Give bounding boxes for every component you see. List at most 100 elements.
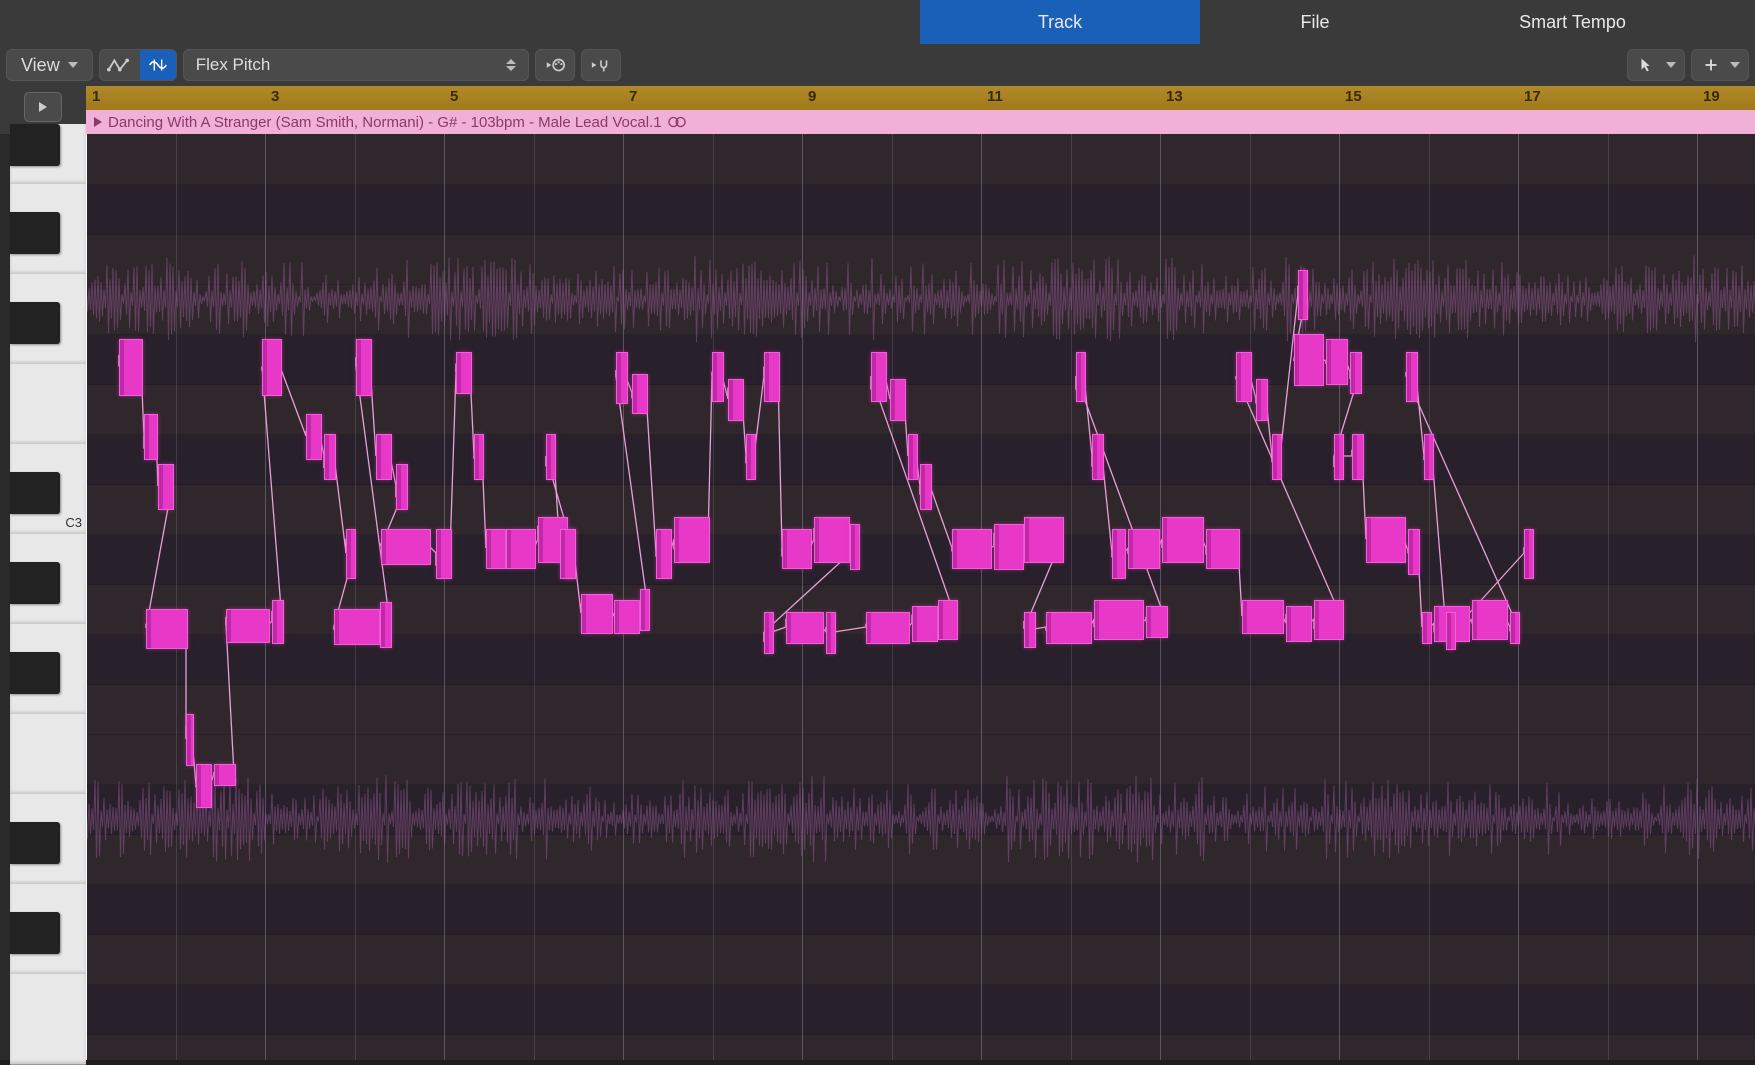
black-key[interactable] (10, 822, 60, 864)
pitch-note[interactable] (226, 609, 270, 643)
pitch-note[interactable] (1206, 529, 1240, 569)
pitch-note[interactable] (324, 434, 336, 480)
midi-out-button[interactable] (535, 49, 575, 81)
pitch-note[interactable] (1236, 352, 1252, 402)
region-header[interactable]: Dancing With A Stranger (Sam Smith, Norm… (86, 110, 1755, 134)
tab-file[interactable]: File (1200, 0, 1430, 44)
pitch-note[interactable] (1128, 529, 1160, 569)
pitch-note[interactable] (712, 352, 724, 402)
white-key[interactable] (10, 364, 86, 445)
pitch-note[interactable] (1092, 434, 1104, 480)
pitch-note[interactable] (826, 612, 836, 654)
pitch-note[interactable] (146, 609, 188, 649)
pitch-note[interactable] (144, 414, 158, 460)
pitch-note[interactable] (764, 352, 780, 402)
pitch-note[interactable] (1350, 352, 1362, 394)
pitch-note[interactable] (1286, 606, 1312, 642)
pitch-note[interactable] (1352, 434, 1364, 480)
pitch-note[interactable] (346, 529, 356, 579)
pitch-note[interactable] (262, 339, 282, 396)
pitch-note[interactable] (1046, 612, 1092, 644)
pitch-note[interactable] (912, 606, 938, 642)
pitch-note[interactable] (1146, 606, 1168, 638)
pitch-note[interactable] (1242, 600, 1284, 634)
pitch-note[interactable] (196, 764, 212, 808)
black-key[interactable] (10, 912, 60, 954)
left-click-tool[interactable] (1627, 49, 1685, 81)
automation-toggle[interactable] (100, 50, 136, 80)
pitch-note[interactable] (640, 589, 650, 631)
white-key[interactable] (10, 974, 86, 1065)
pitch-note[interactable] (814, 517, 850, 563)
pitch-note[interactable] (356, 339, 372, 396)
pitch-note[interactable] (1326, 339, 1348, 385)
pitch-note[interactable] (1408, 529, 1420, 575)
pitch-note[interactable] (1510, 612, 1520, 644)
pitch-note[interactable] (1446, 612, 1456, 650)
pitch-note[interactable] (1298, 270, 1308, 320)
pitch-note[interactable] (674, 517, 710, 563)
pitch-note[interactable] (1334, 434, 1344, 480)
flex-toggle[interactable] (140, 50, 176, 80)
pitch-note[interactable] (186, 714, 194, 766)
catch-playhead-button[interactable] (24, 92, 62, 122)
pitch-note[interactable] (728, 379, 744, 421)
pitch-note[interactable] (920, 464, 932, 510)
pitch-note[interactable] (396, 464, 408, 510)
tab-track[interactable]: Track (920, 0, 1200, 44)
pitch-note[interactable] (1524, 529, 1534, 579)
pitch-note[interactable] (272, 600, 284, 644)
pitch-note[interactable] (486, 529, 506, 569)
black-key[interactable] (10, 124, 60, 166)
pitch-note[interactable] (1366, 517, 1406, 563)
pitch-note[interactable] (546, 434, 556, 480)
pitch-note[interactable] (1024, 612, 1036, 648)
pitch-note[interactable] (456, 352, 472, 394)
pitch-note[interactable] (560, 529, 576, 579)
pitch-note[interactable] (938, 600, 958, 640)
black-key[interactable] (10, 652, 60, 694)
black-key[interactable] (10, 472, 60, 514)
white-key[interactable] (10, 714, 86, 795)
pitch-note[interactable] (581, 594, 613, 634)
pitch-note[interactable] (782, 529, 812, 569)
pitch-note[interactable] (1024, 517, 1064, 563)
pitch-note[interactable] (119, 339, 143, 396)
flex-mode-dropdown[interactable]: Flex Pitch (183, 49, 529, 81)
pitch-note[interactable] (474, 434, 484, 480)
pitch-note[interactable] (436, 529, 452, 579)
pitch-note[interactable] (506, 529, 536, 569)
pitch-note[interactable] (376, 434, 392, 480)
tab-smart-tempo[interactable]: Smart Tempo (1430, 0, 1755, 44)
pitch-note[interactable] (994, 524, 1024, 570)
pitch-note[interactable] (890, 379, 906, 421)
pitch-note[interactable] (214, 764, 236, 786)
pitch-note[interactable] (908, 434, 918, 480)
piano-keyboard[interactable]: C3 (0, 134, 87, 1060)
bar-ruler[interactable]: 135791113151719 (86, 86, 1755, 111)
pitch-note[interactable] (1472, 600, 1508, 640)
pitch-note[interactable] (656, 529, 672, 579)
pitch-note[interactable] (1294, 334, 1324, 386)
pitch-note[interactable] (764, 612, 774, 654)
pitch-note[interactable] (1076, 352, 1086, 402)
flex-pitch-editor[interactable] (86, 134, 1755, 1060)
black-key[interactable] (10, 212, 60, 254)
pitch-note[interactable] (306, 414, 322, 460)
pitch-note[interactable] (746, 434, 756, 480)
pitch-note[interactable] (871, 352, 887, 402)
pitch-note[interactable] (614, 600, 640, 634)
pitch-note[interactable] (850, 524, 860, 570)
pitch-note[interactable] (1272, 434, 1282, 480)
pitch-note[interactable] (1314, 600, 1344, 640)
pitch-note[interactable] (952, 529, 992, 569)
cmd-click-tool[interactable] (1691, 49, 1749, 81)
playhead[interactable] (86, 134, 87, 1060)
black-key[interactable] (10, 562, 60, 604)
pitch-note[interactable] (866, 612, 910, 644)
pitch-note[interactable] (616, 352, 628, 404)
pitch-note[interactable] (1112, 529, 1126, 579)
pitch-note[interactable] (1406, 352, 1418, 402)
black-key[interactable] (10, 302, 60, 344)
pitch-note[interactable] (380, 602, 392, 648)
